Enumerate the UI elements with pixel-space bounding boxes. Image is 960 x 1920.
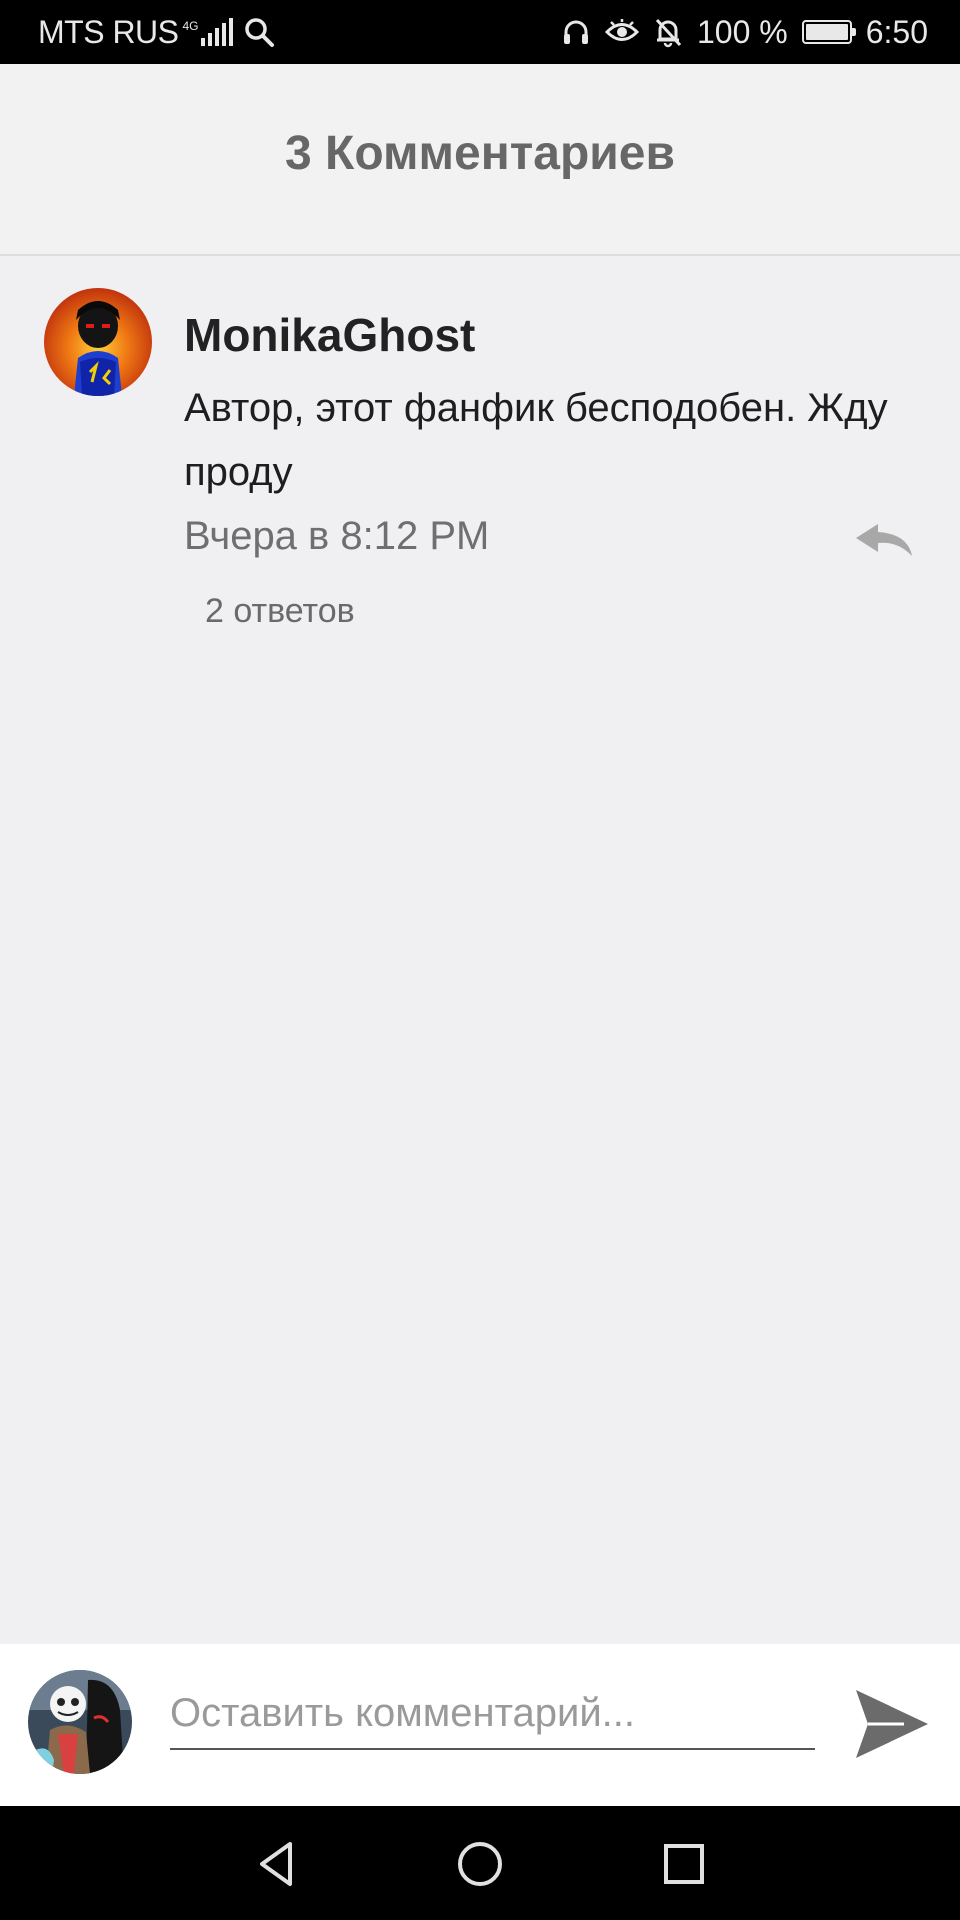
search-icon — [244, 18, 274, 47]
comment-timestamp: Вчера в 8:12 PM — [184, 514, 490, 558]
back-icon[interactable] — [250, 1836, 306, 1892]
battery-icon — [801, 20, 856, 44]
comment-author[interactable]: MonikaGhost — [184, 308, 475, 362]
avatar-image-icon — [44, 288, 152, 396]
comment-input[interactable] — [170, 1678, 815, 1750]
clock-label: 6:50 — [865, 13, 928, 50]
reply-button[interactable] — [852, 520, 916, 560]
avatar[interactable] — [44, 288, 152, 396]
reply-icon — [856, 524, 912, 556]
user-avatar[interactable] — [28, 1670, 132, 1774]
send-button[interactable] — [852, 1686, 932, 1762]
replies-link[interactable]: 2 ответов — [205, 592, 355, 631]
headphones-icon — [563, 20, 588, 44]
carrier-label: MTS RUS — [38, 13, 179, 50]
status-right: 100 % 6:50 — [561, 12, 928, 52]
status-bar: MTS RUS 4G 100 % 6:50 — [0, 0, 960, 64]
home-icon[interactable] — [452, 1836, 508, 1892]
header: 3 Комментариев — [0, 64, 960, 256]
comment-text: Автор, этот фанфик бесподобен. Жду проду — [184, 386, 888, 494]
comment-composer — [0, 1644, 960, 1806]
send-icon — [856, 1690, 928, 1758]
eye-icon — [604, 19, 639, 41]
bell-off-icon — [655, 18, 682, 48]
system-nav-bar — [0, 1806, 960, 1920]
recents-icon[interactable] — [656, 1836, 712, 1892]
status-left: MTS RUS 4G — [38, 12, 275, 52]
network-type-label: 4G — [182, 19, 199, 33]
user-avatar-image-icon — [28, 1670, 132, 1774]
battery-percent-label: 100 % — [696, 13, 788, 50]
battery-fill — [805, 24, 848, 40]
signal-icon — [200, 18, 233, 46]
comment-item: MonikaGhost Автор, этот фанфик бесподобе… — [0, 258, 960, 658]
comments-screen: MTS RUS 4G 100 % 6:50 3 Комментариев Mon… — [0, 0, 960, 1920]
page-title: 3 Комментариев — [285, 127, 675, 180]
